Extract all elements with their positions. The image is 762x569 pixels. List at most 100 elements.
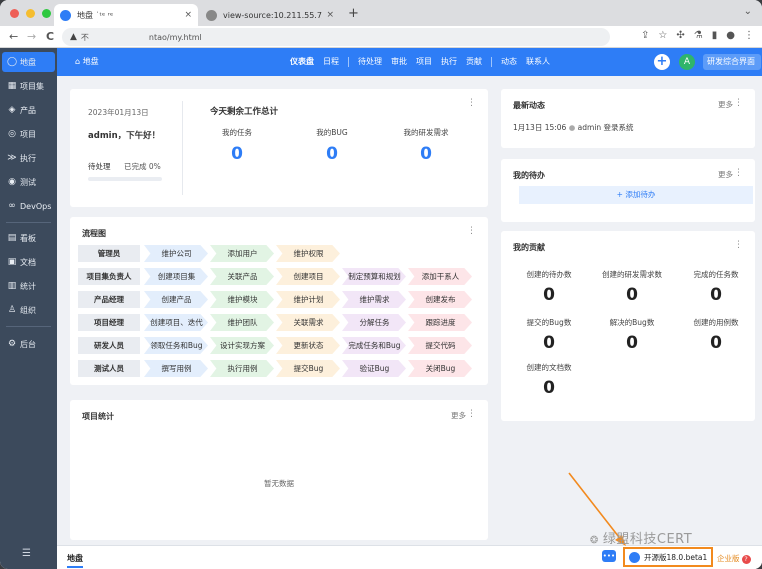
flow-step[interactable]: 领取任务和Bug	[144, 337, 208, 354]
flow-step[interactable]: 更新状态	[276, 337, 340, 354]
extensions-icon[interactable]: ✣	[676, 30, 684, 41]
back-button[interactable]: ←	[9, 30, 18, 43]
flow-step[interactable]: 制定预算和规划	[342, 268, 406, 285]
vision-switch-button[interactable]: 研发综合界面	[703, 54, 761, 70]
flow-step[interactable]: 维护团队	[210, 314, 274, 331]
nav-contacts[interactable]: 联系人	[526, 56, 550, 67]
card-title: 我的贡献	[513, 243, 545, 252]
tab-dashboard[interactable]: 地盘 ˙ᵗᵉ ʳᵉ ×	[54, 4, 198, 26]
card-menu-icon[interactable]: ⋮	[467, 409, 476, 419]
stat-my-bugs[interactable]: 我的BUG 0	[287, 127, 377, 164]
profile-icon[interactable]: ●	[726, 30, 735, 41]
nav-calendar[interactable]: 日程	[323, 56, 339, 67]
sidebar-item-home[interactable]: ◯ 地盘	[2, 52, 55, 72]
flow-step[interactable]: 撰写用例	[144, 360, 208, 377]
flow-step[interactable]: 设计实现方案	[210, 337, 274, 354]
flow-step[interactable]: 分解任务	[342, 314, 406, 331]
enterprise-link[interactable]: 企业版?	[717, 553, 751, 564]
stat-my-stories[interactable]: 我的研发需求 0	[381, 127, 471, 164]
flow-role-label: 项目集负责人	[78, 268, 140, 285]
flow-step[interactable]: 维护计划	[276, 291, 340, 308]
nav-execution[interactable]: 执行	[441, 56, 457, 67]
sidebar-item-admin[interactable]: ⚙ 后台	[2, 334, 55, 354]
dynamic-entry[interactable]: 1月13日 15:06 ● admin 登录系统	[513, 122, 634, 133]
card-menu-icon[interactable]: ⋮	[734, 168, 743, 178]
nav-dynamic[interactable]: 动态	[501, 56, 517, 67]
card-menu-icon[interactable]: ⋮	[467, 226, 476, 236]
close-tab-icon[interactable]: ×	[326, 10, 334, 20]
flow-step[interactable]: 关闭Bug	[408, 360, 472, 377]
tab-bar: 地盘 ˙ᵗᵉ ʳᵉ × view-source:10.211.55.7/zent…	[0, 0, 762, 26]
sidebar-item-program[interactable]: ▦ 项目集	[2, 76, 55, 96]
avatar[interactable]: A	[679, 54, 695, 70]
flow-step[interactable]: 提交Bug	[276, 360, 340, 377]
flow-step[interactable]: 添加用户	[210, 245, 274, 262]
flow-step[interactable]: 维护模块	[210, 291, 274, 308]
browser-menu-icon[interactable]: ⋮	[744, 30, 754, 41]
flow-step[interactable]: 跟踪进度	[408, 314, 472, 331]
flow-step[interactable]: 完成任务和Bug	[342, 337, 406, 354]
flow-step[interactable]: 关联需求	[276, 314, 340, 331]
more-link[interactable]: 更多	[451, 410, 466, 421]
flow-step[interactable]: 维护公司	[144, 245, 208, 262]
card-menu-icon[interactable]: ⋮	[734, 98, 743, 108]
collapse-menu-icon[interactable]: ☰	[22, 548, 31, 559]
minimize-window-button[interactable]	[26, 9, 35, 18]
flow-step[interactable]: 添加干系人	[408, 268, 472, 285]
chat-icon[interactable]: •••	[602, 550, 616, 562]
version-badge[interactable]: 开源版18.0.beta1	[623, 547, 713, 567]
contrib-created-docs: 创建的文档数 0	[507, 362, 591, 398]
zoom-window-button[interactable]	[42, 9, 51, 18]
sidebar-item-label: 测试	[20, 177, 36, 187]
tab-view-source[interactable]: view-source:10.211.55.7/zent ×	[200, 4, 340, 26]
sidebar-item-project[interactable]: ◎ 项目	[2, 124, 55, 144]
footer-location[interactable]: 地盘	[67, 553, 83, 568]
card-menu-icon[interactable]: ⋮	[734, 240, 743, 250]
lab-icon[interactable]: ⚗	[694, 30, 703, 41]
more-link[interactable]: 更多	[718, 169, 733, 180]
flow-step[interactable]: 维护权限	[276, 245, 340, 262]
sidebar-item-report[interactable]: ▥ 统计	[2, 276, 55, 296]
more-link[interactable]: 更多	[718, 99, 733, 110]
nav-work[interactable]: 待处理	[358, 56, 382, 67]
flow-step[interactable]: 创建项目	[276, 268, 340, 285]
url-input[interactable]: ▲ 不 ntao/my.html	[62, 28, 610, 46]
sidebar-item-kanban[interactable]: ▤ 看板	[2, 228, 55, 248]
nav-dashboard[interactable]: 仪表盘	[290, 56, 314, 67]
reload-button[interactable]: C	[46, 30, 54, 43]
close-tab-icon[interactable]: ×	[184, 10, 192, 20]
create-plus-button[interactable]: +	[654, 54, 670, 70]
flow-step[interactable]: 创建产品	[144, 291, 208, 308]
card-title: 项目统计	[82, 412, 114, 421]
breadcrumb-home[interactable]: ⌂ 地盘	[75, 56, 99, 67]
url-security-label: 不	[80, 32, 89, 42]
nav-audit[interactable]: 审批	[391, 56, 407, 67]
flow-step[interactable]: 验证Bug	[342, 360, 406, 377]
add-todo-button[interactable]: + 添加待办	[519, 186, 753, 204]
card-menu-icon[interactable]: ⋮	[467, 98, 476, 108]
nav-contribute[interactable]: 贡献	[466, 56, 482, 67]
bookmark-star-icon[interactable]: ☆	[658, 30, 667, 41]
sidebar-item-product[interactable]: ◈ 产品	[2, 100, 55, 120]
nav-project[interactable]: 项目	[416, 56, 432, 67]
flow-step[interactable]: 关联产品	[210, 268, 274, 285]
sidebar-item-company[interactable]: ♙ 组织	[2, 300, 55, 320]
new-tab-button[interactable]: +	[348, 6, 359, 21]
flow-step[interactable]: 维护需求	[342, 291, 406, 308]
flow-step[interactable]: 执行用例	[210, 360, 274, 377]
sidebar-item-execution[interactable]: ≫ 执行	[2, 148, 55, 168]
flow-step[interactable]: 创建项目集	[144, 268, 208, 285]
sidebar-toggle-icon[interactable]: ▮	[712, 30, 718, 41]
sidebar-item-qa[interactable]: ◉ 测试	[2, 172, 55, 192]
stat-my-tasks[interactable]: 我的任务 0	[192, 127, 282, 164]
flow-step[interactable]: 创建发布	[408, 291, 472, 308]
flow-step[interactable]: 提交代码	[408, 337, 472, 354]
flow-step[interactable]: 创建项目、迭代	[144, 314, 208, 331]
sidebar-item-devops[interactable]: ∞ DevOps	[2, 196, 55, 216]
tab-list-chevron-icon[interactable]: ⌄	[744, 6, 752, 17]
sidebar-item-doc[interactable]: ▣ 文档	[2, 252, 55, 272]
share-icon[interactable]: ⇪	[641, 30, 649, 41]
forward-button[interactable]: →	[27, 30, 36, 43]
close-window-button[interactable]	[10, 9, 19, 18]
browser-window: 地盘 ˙ᵗᵉ ʳᵉ × view-source:10.211.55.7/zent…	[0, 0, 762, 569]
